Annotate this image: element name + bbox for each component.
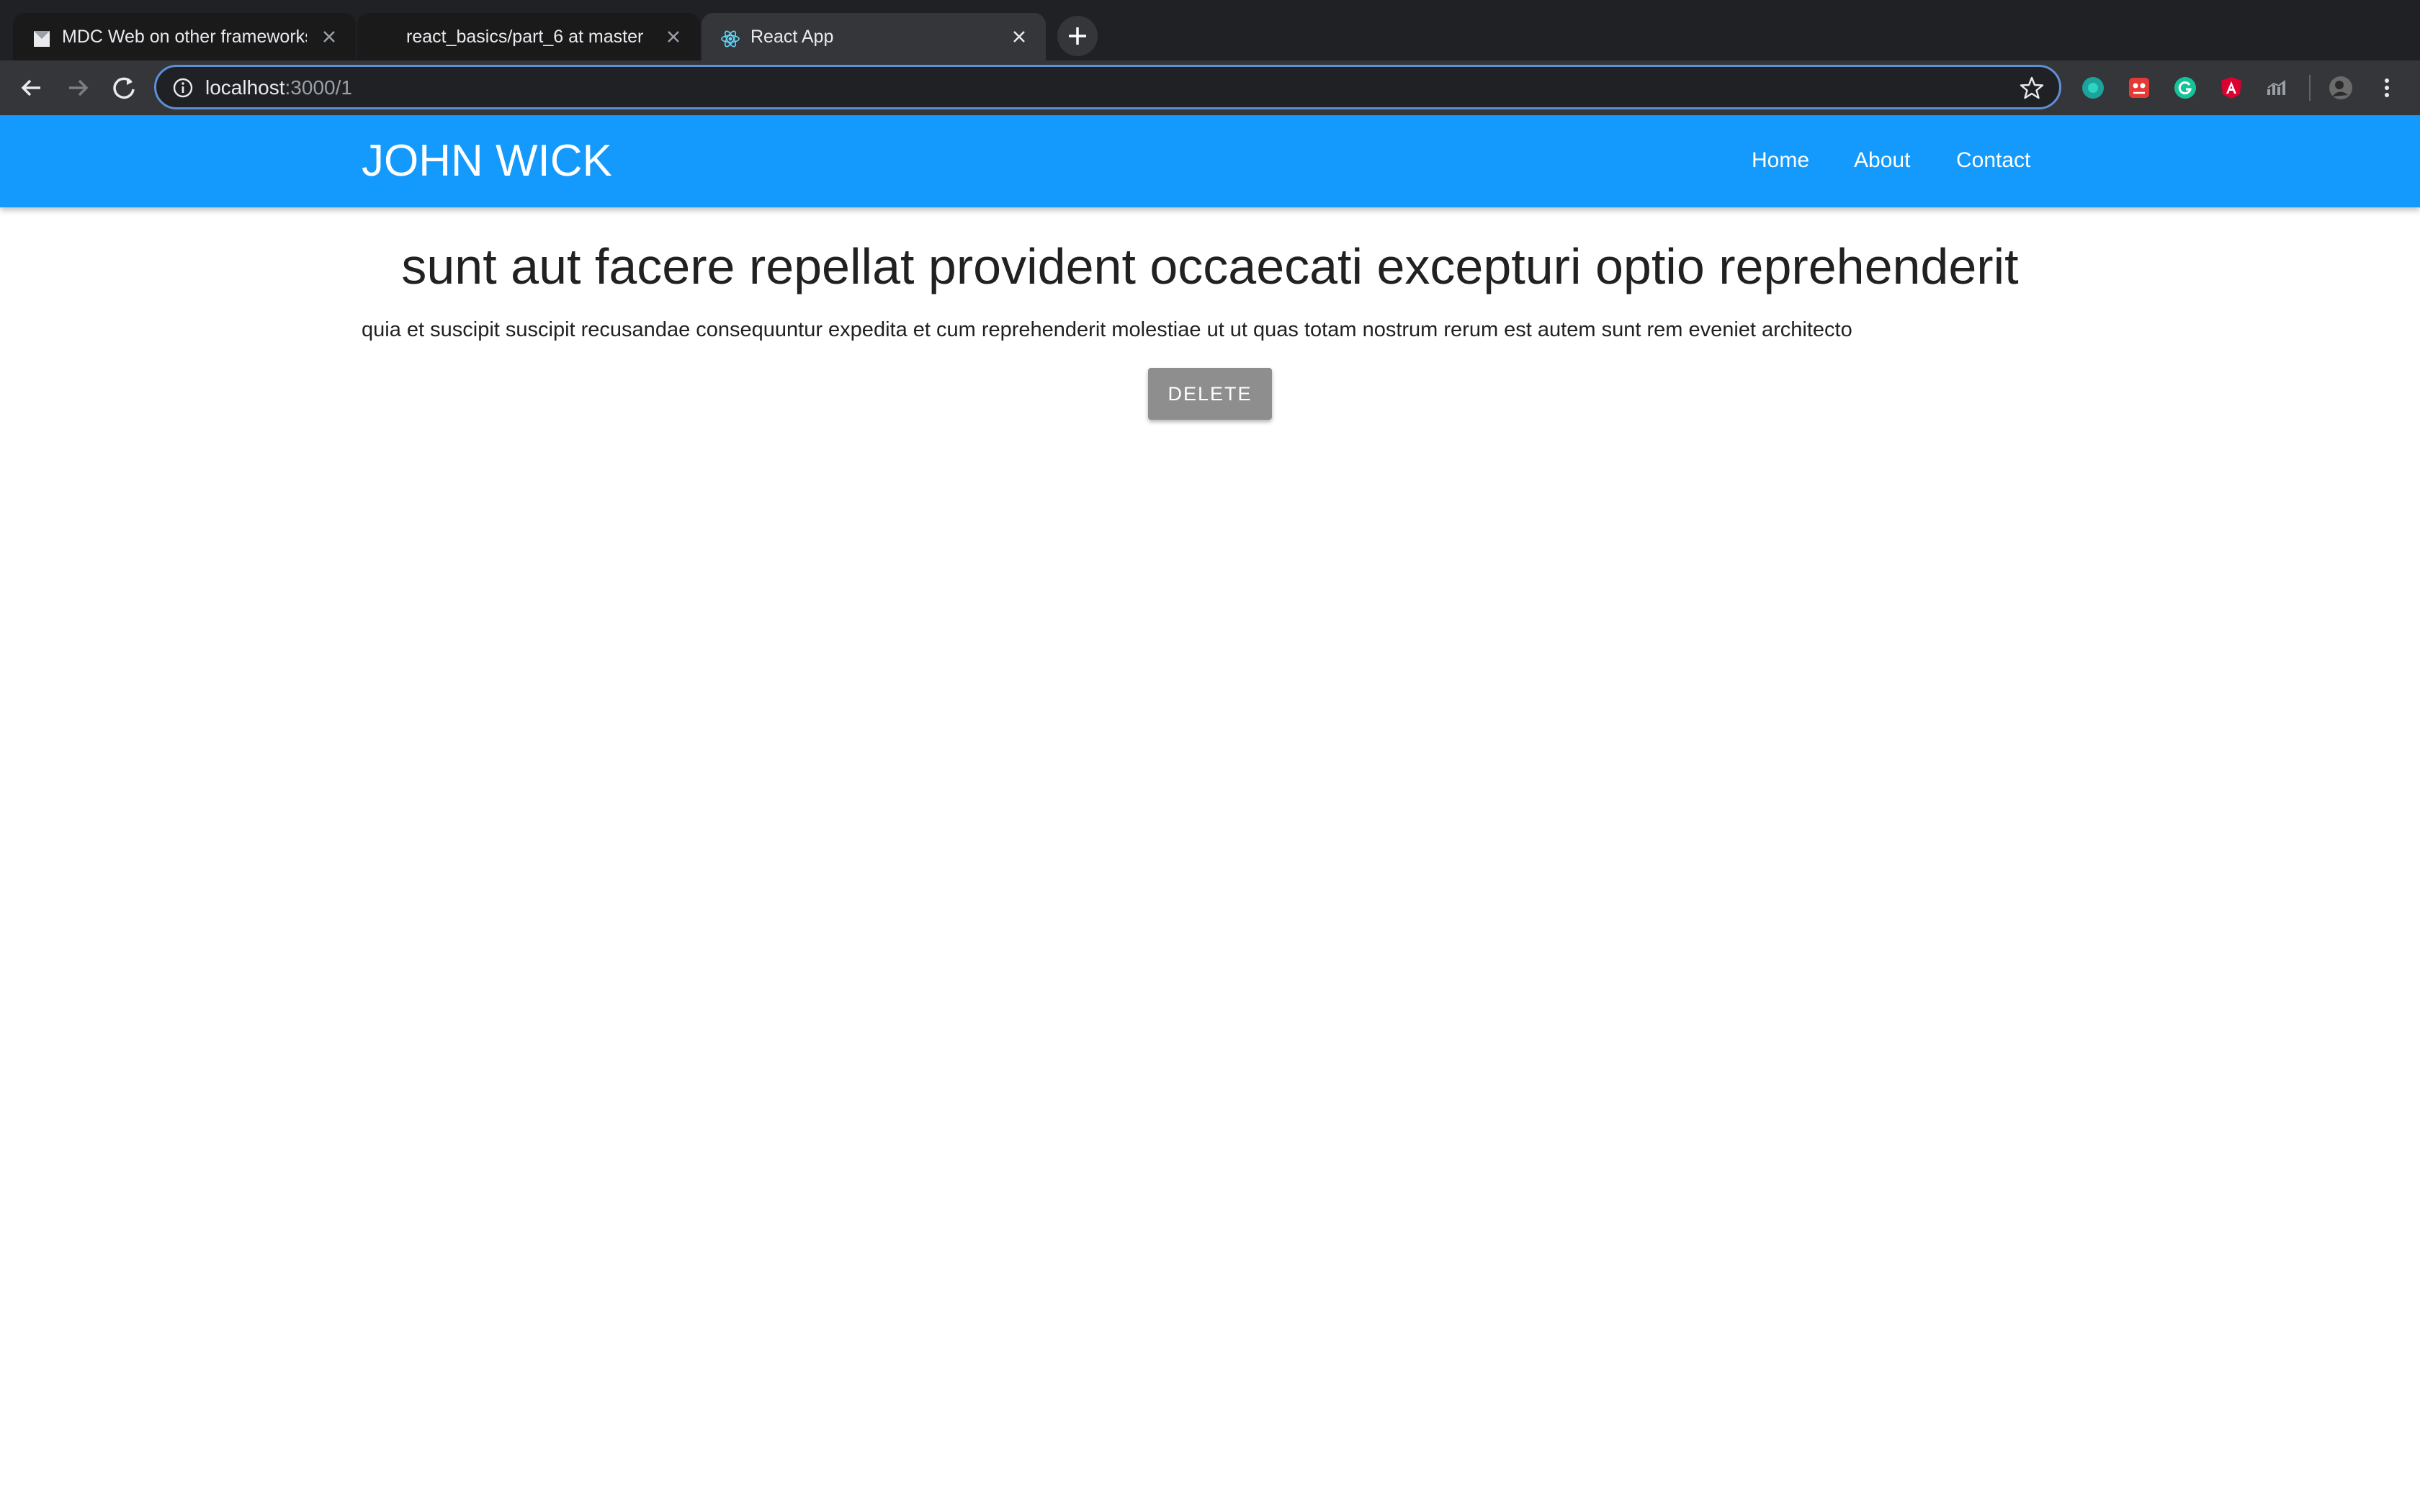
close-icon[interactable]: [318, 26, 340, 48]
info-icon[interactable]: [171, 76, 195, 100]
tab-title: MDC Web on other frameworks: [62, 27, 307, 47]
tab-title: React App: [750, 27, 834, 47]
red-ghost-extension-icon[interactable]: [2126, 75, 2152, 101]
url-host: localhost: [205, 76, 285, 99]
post-body: quia et suscipit suscipit recusandae con…: [362, 318, 1852, 341]
react-favicon-icon: [721, 30, 740, 48]
more-menu-icon[interactable]: [2374, 75, 2400, 101]
forward-arrow-icon[interactable]: [60, 71, 95, 105]
close-icon[interactable]: [1008, 26, 1030, 48]
browser-toolbar: localhost:3000/1: [0, 60, 2420, 115]
close-icon[interactable]: [663, 26, 684, 48]
app-bar: JOHN WICK Home About Contact: [0, 115, 2420, 207]
nav-link-home[interactable]: Home: [1752, 148, 1809, 173]
angular-icon[interactable]: [2218, 75, 2244, 101]
tab-mdc-web[interactable]: MDC Web on other frameworks: [13, 13, 356, 60]
browser-tabstrip: MDC Web on other frameworks react_basics…: [0, 0, 2420, 62]
toolbar-divider: [2309, 75, 2311, 101]
tab-react-app[interactable]: React App: [702, 13, 1046, 60]
tab-title: react_basics/part_6 at master: [406, 27, 644, 47]
post-title: sunt aut facere repellat provident occae…: [401, 238, 2019, 294]
tab-react-basics[interactable]: react_basics/part_6 at master: [357, 13, 700, 60]
delete-button[interactable]: DELETE: [1148, 368, 1272, 420]
url-path: :3000/1: [284, 76, 352, 99]
back-arrow-icon[interactable]: [14, 71, 49, 105]
profile-avatar-icon[interactable]: [2328, 75, 2354, 101]
teal-circle-extension-icon[interactable]: [2080, 75, 2106, 101]
nav-link-about[interactable]: About: [1854, 148, 1910, 173]
reload-icon[interactable]: [107, 71, 141, 105]
bookmark-star-icon[interactable]: [2019, 75, 2045, 101]
grammarly-icon[interactable]: [2172, 75, 2198, 101]
address-bar[interactable]: localhost:3000/1: [154, 65, 2061, 109]
nav-link-contact[interactable]: Contact: [1956, 148, 2030, 173]
url-text: localhost:3000/1: [205, 76, 352, 99]
brand-title[interactable]: JOHN WICK: [362, 135, 612, 186]
mdc-favicon-icon: [34, 31, 50, 47]
new-tab-button[interactable]: [1057, 16, 1098, 56]
bar-chart-extension-icon[interactable]: [2264, 75, 2290, 101]
plus-icon: [1069, 27, 1086, 45]
github-favicon-icon: [378, 31, 394, 47]
